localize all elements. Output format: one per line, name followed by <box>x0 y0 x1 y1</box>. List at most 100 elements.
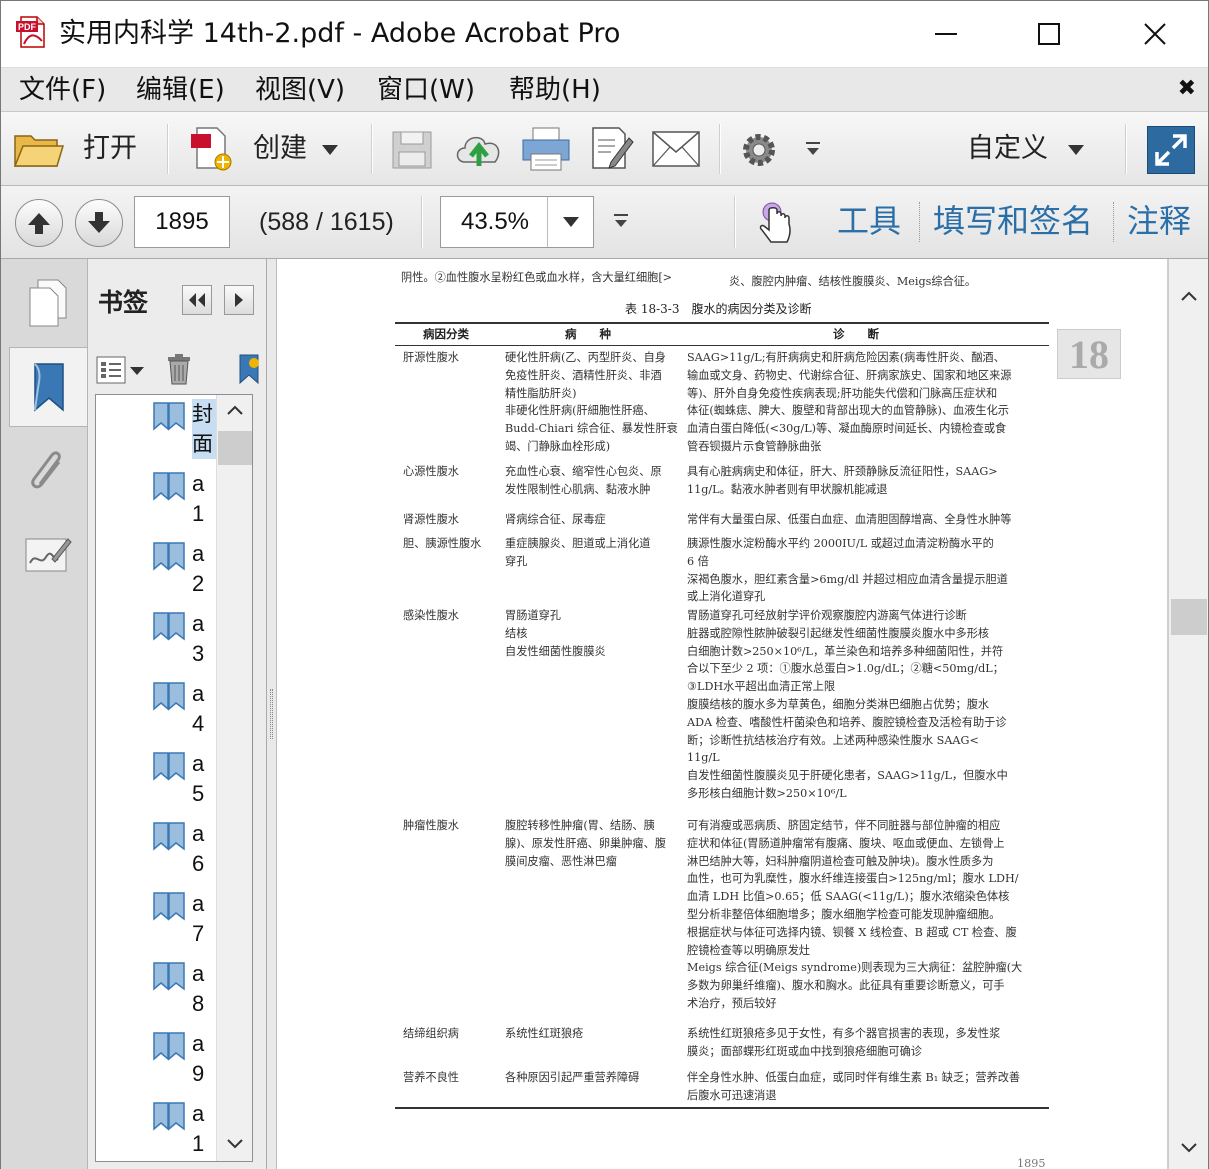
menu-view[interactable]: 视图(V) <box>255 72 345 108</box>
menu-edit[interactable]: 编辑(E) <box>136 72 225 108</box>
new-bookmark-icon[interactable] <box>234 353 266 385</box>
scroll-up-arrow-icon[interactable] <box>227 405 243 415</box>
next-page-button[interactable] <box>75 199 123 247</box>
menu-help[interactable]: 帮助(H) <box>509 72 601 108</box>
fill-sign-pane-link[interactable]: 填写和签名 <box>933 200 1093 242</box>
bookmark-item[interactable]: a2 <box>96 535 216 605</box>
bookmark-item[interactable]: a8 <box>96 955 216 1025</box>
paperclip-icon <box>31 451 61 489</box>
zoom-combobox[interactable]: 43.5% <box>440 196 594 248</box>
signature-pen-icon <box>25 538 72 572</box>
settings-gear-icon[interactable] <box>739 130 779 170</box>
table-cell-diagnosis-line: ③LDH水平超出血清正常上限 <box>687 680 836 694</box>
table-cell-disease-line: 发性限制性心肌病、黏液水肿 <box>505 482 651 496</box>
document-scroll-thumb[interactable] <box>1171 599 1207 635</box>
open-folder-icon[interactable] <box>13 128 65 170</box>
comment-pane-link[interactable]: 注释 <box>1127 200 1191 242</box>
previous-page-button[interactable] <box>15 199 63 247</box>
table-cell-diagnosis-line: 可有消瘦或恶病质、脐固定结节，伴不同脏器与部位肿瘤的相应 <box>687 819 1001 832</box>
bookmark-item[interactable]: a1 <box>96 465 216 535</box>
bookmark-item[interactable]: a1 <box>96 1095 216 1161</box>
toolbar-overflow-icon[interactable] <box>611 212 631 230</box>
pane-separator <box>1113 202 1114 242</box>
bookmark-item[interactable]: a7 <box>96 885 216 955</box>
full-screen-button[interactable] <box>1147 126 1195 174</box>
customize-dropdown-chevron-icon[interactable] <box>1067 144 1085 156</box>
menu-window[interactable]: 窗口(W) <box>377 72 475 108</box>
signatures-button[interactable] <box>9 515 87 595</box>
bookmark-item[interactable]: 封面 <box>96 395 216 465</box>
bookmark-scroll-thumb[interactable] <box>218 431 252 465</box>
document-view[interactable]: 阴性。②血性腹水呈粉红色或血水样，含大量红细胞[> 炎、腹腔内肿瘤、结核性腹膜炎… <box>277 259 1168 1169</box>
table-cell-diagnosis-line: 症状和体征(胃肠道肿瘤常有腹痛、腹块、呕血或便血、左锁骨上 <box>687 836 1005 850</box>
page-thumbnails-button[interactable] <box>9 263 87 343</box>
zoom-dropdown-button[interactable] <box>547 197 593 247</box>
bookmark-label[interactable]: a8 <box>192 959 216 1019</box>
bookmark-label[interactable]: a7 <box>192 889 216 949</box>
bookmark-item[interactable]: a9 <box>96 1025 216 1095</box>
bookmark-label[interactable]: a1 <box>192 1099 216 1159</box>
bookmark-label[interactable]: a3 <box>192 609 216 669</box>
cloud-upload-icon[interactable] <box>453 126 505 172</box>
bookmark-icon <box>153 682 185 711</box>
bookmark-item[interactable]: a6 <box>96 815 216 885</box>
table-cell-diagnosis-line: SAAG>11g/L;有肝病病史和肝病危险因素(病毒性肝炎、酗酒、 <box>687 351 1005 364</box>
table-cell-diagnosis-line: 脏器或腔隙性脓肿破裂引起继发性细菌性腹膜炎腹水中多形核 <box>687 626 990 640</box>
tools-pane-link[interactable]: 工具 <box>837 200 901 242</box>
panel-splitter[interactable] <box>267 259 277 1169</box>
bookmarks-panel-button[interactable] <box>9 347 87 427</box>
toolbar-overflow-icon[interactable] <box>803 140 823 158</box>
bookmark-label[interactable]: a4 <box>192 679 216 739</box>
bookmark-icon <box>153 472 185 501</box>
touch-mode-hand-icon[interactable] <box>755 200 795 246</box>
collapse-panel-button[interactable] <box>182 285 212 315</box>
bookmark-label[interactable]: a6 <box>192 819 216 879</box>
scroll-down-arrow-icon[interactable] <box>1181 1143 1197 1153</box>
bookmark-options-menu-icon[interactable] <box>96 355 146 385</box>
close-window-button[interactable] <box>1105 1 1205 67</box>
attachments-button[interactable] <box>9 431 87 511</box>
toolbar-separator <box>719 124 721 174</box>
bookmark-label[interactable]: 封面 <box>192 399 216 459</box>
scroll-down-arrow-icon[interactable] <box>227 1139 243 1149</box>
toolbar-separator <box>734 196 736 248</box>
bookmark-label[interactable]: a1 <box>192 469 216 529</box>
email-icon[interactable] <box>651 130 701 168</box>
customize-button[interactable]: 自定义 <box>967 130 1048 168</box>
menu-file[interactable]: 文件(F) <box>19 72 106 108</box>
bookmark-label[interactable]: a2 <box>192 539 216 599</box>
bookmark-label[interactable]: a9 <box>192 1029 216 1089</box>
chevron-right-icon <box>235 293 243 307</box>
table-cell-diagnosis-line: 伴全身性水肿、低蛋白血症，或同时伴有维生素 B₁ 缺乏；营养改善 <box>687 1071 1021 1084</box>
page-number-input[interactable] <box>134 196 230 248</box>
table-cell-diagnosis-line: 系统性红斑狼疮多见于女性，有多个器官损害的表现，多发性浆 <box>687 1027 1001 1040</box>
scroll-up-arrow-icon[interactable] <box>1181 291 1197 301</box>
trash-delete-icon[interactable] <box>166 353 192 385</box>
create-dropdown-chevron-icon[interactable] <box>321 144 339 156</box>
table-cell-diagnosis-line: 血性，也可为乳糜性，腹水纤维连接蛋白>125ng/ml；腹水 LDH/ <box>687 872 1019 886</box>
table-cell-category: 肿瘤性腹水 <box>403 819 459 832</box>
create-pdf-icon[interactable] <box>187 124 237 174</box>
bookmark-item[interactable]: a3 <box>96 605 216 675</box>
table-cell-diagnosis-line: Meigs 综合征(Meigs syndrome)则表现为三大病征：盆腔肿瘤(大 <box>687 961 1023 975</box>
svg-text:PDF: PDF <box>18 22 37 32</box>
table-cell-category: 胆、胰源性腹水 <box>403 537 482 550</box>
bookmark-item[interactable]: a5 <box>96 745 216 815</box>
open-button[interactable]: 打开 <box>83 130 137 168</box>
bookmark-item[interactable]: a4 <box>96 675 216 745</box>
maximize-button[interactable] <box>999 1 1099 67</box>
zoom-value[interactable]: 43.5% <box>441 197 549 247</box>
close-document-icon[interactable]: ✖ <box>1178 76 1196 102</box>
arrow-up-icon <box>28 213 50 234</box>
print-icon[interactable] <box>521 126 571 172</box>
table-cell-disease-line: 精性脂肪肝炎) <box>505 386 577 400</box>
bookmark-list-scrollbar[interactable] <box>216 395 252 1161</box>
expand-panel-button[interactable] <box>224 285 254 315</box>
create-button[interactable]: 创建 <box>253 130 307 168</box>
edit-document-icon[interactable] <box>589 124 635 172</box>
table-cell-disease-line: 充血性心衰、缩窄性心包炎、原 <box>505 465 662 478</box>
save-icon[interactable] <box>389 128 435 172</box>
minimize-button[interactable] <box>896 1 996 67</box>
bookmark-label[interactable]: a5 <box>192 749 216 809</box>
document-scrollbar[interactable] <box>1168 259 1208 1169</box>
